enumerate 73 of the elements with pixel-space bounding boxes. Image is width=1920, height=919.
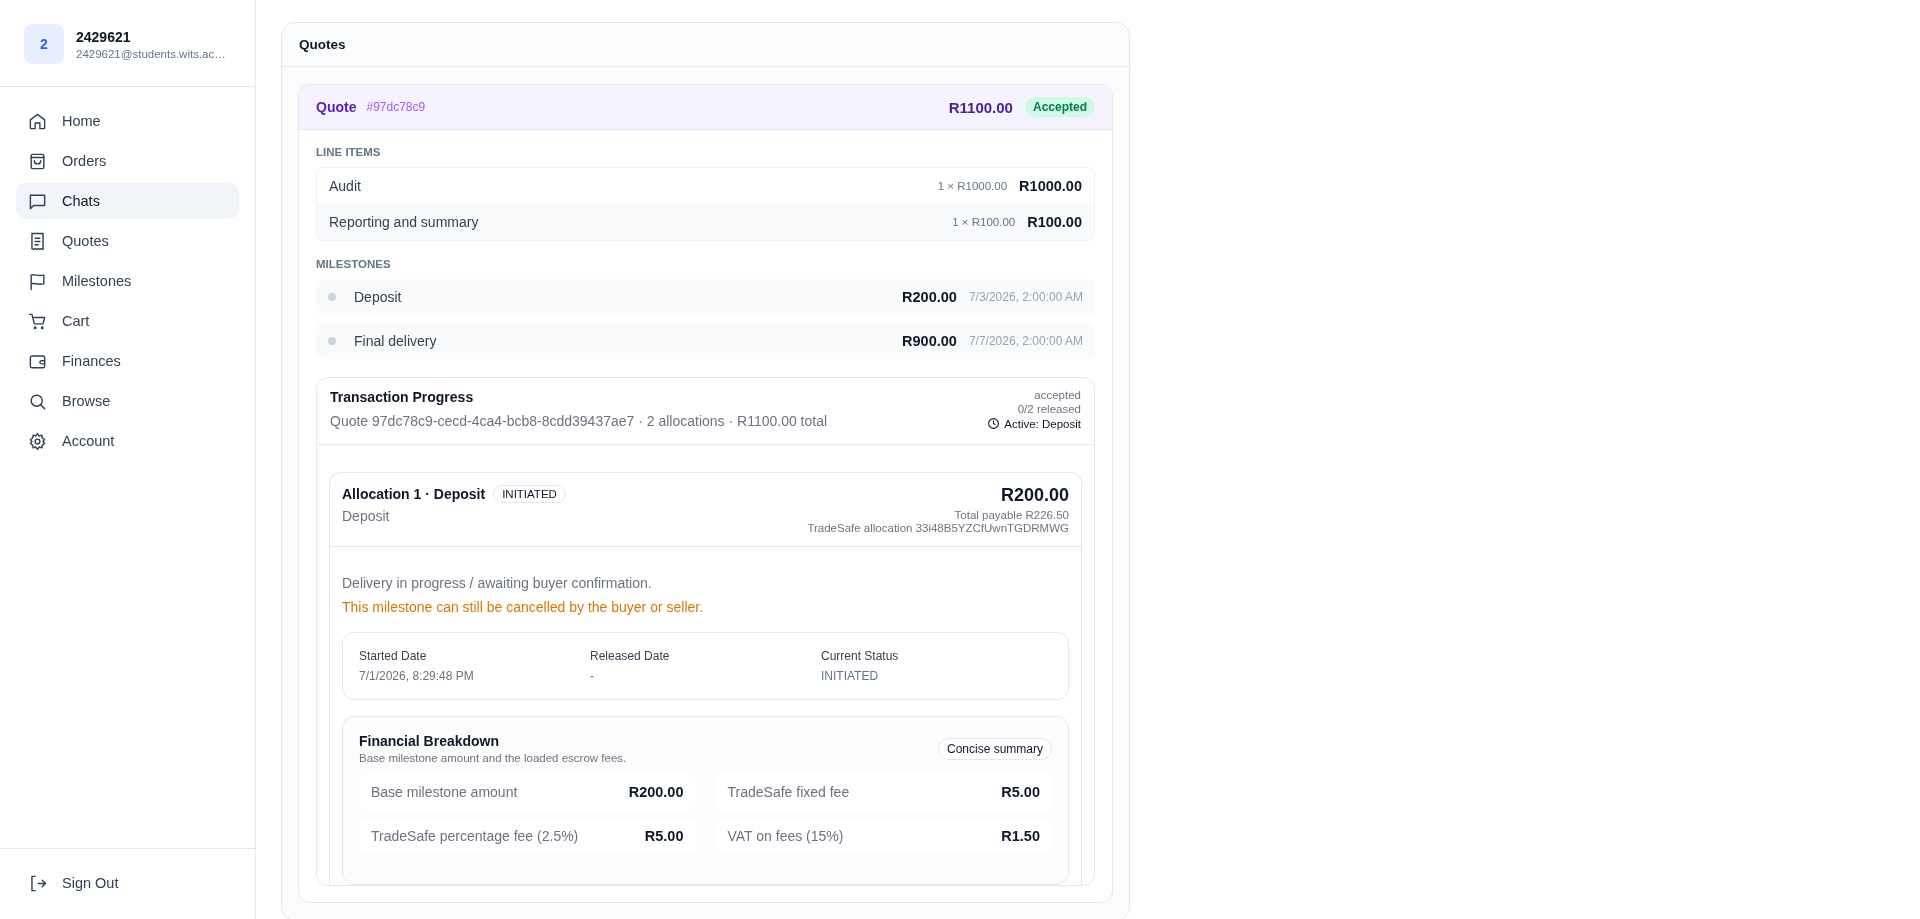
bullet-icon	[328, 293, 336, 301]
fee-label: TradeSafe percentage fee (2.5%)	[371, 828, 579, 844]
nav-item[interactable]: Account	[16, 423, 239, 459]
detail-label: Started Date	[359, 649, 428, 663]
bullet-icon	[328, 337, 336, 345]
line-item-amount: R100.00	[1027, 214, 1082, 230]
detail-value: -	[590, 669, 595, 683]
line-item-amount: R1000.00	[1019, 178, 1082, 194]
detail-value: INITIATED	[821, 669, 880, 683]
nav-item[interactable]: Cart	[16, 303, 239, 339]
cart-icon	[28, 311, 47, 331]
clock-icon	[987, 417, 1001, 430]
total-payable: Total payable R226.50	[954, 509, 1069, 521]
fee-amount: R1.50	[1001, 828, 1040, 844]
fee-amount: R5.00	[644, 828, 684, 844]
quote-label: Quote	[316, 99, 357, 115]
allocation-subtitle: Deposit	[342, 508, 391, 524]
milestone-date: 7/3/2026, 2:00:00 AM	[968, 290, 1083, 304]
milestone-amount: R900.00	[902, 333, 957, 349]
nav-item[interactable]: Orders	[16, 143, 239, 179]
detail-value: 7/1/2026, 8:29:48 PM	[359, 669, 475, 683]
avatar: 2	[24, 24, 64, 64]
bag-icon	[28, 151, 47, 171]
milestone-date: 7/7/2026, 2:00:00 AM	[968, 334, 1083, 348]
line-item-quantity: 1 × R100.00	[952, 216, 1016, 228]
sign-out-icon	[28, 873, 47, 893]
quote-total: R1100.00	[948, 98, 1013, 116]
nav-item[interactable]: Quotes	[16, 223, 239, 259]
nav-item[interactable]: Home	[16, 103, 239, 139]
nav-item[interactable]: Finances	[16, 343, 239, 379]
fee-amount: R200.00	[628, 784, 684, 800]
receipt-icon	[28, 231, 47, 251]
fee-label: VAT on fees (15%)	[727, 828, 844, 844]
concise-summary-button[interactable]: Concise summary	[937, 737, 1052, 760]
settings-icon	[28, 431, 47, 451]
fee-amount: R5.00	[1001, 784, 1040, 800]
transaction-state: accepted	[1034, 389, 1081, 401]
status-message: Delivery in progress / awaiting buyer confirmation.	[342, 575, 653, 591]
card-subtitle: Quote 97dc78c9-cecd-4ca4-bcb8-8cdd39437ae7 · 2 allocations · R1100.00 total	[330, 413, 828, 429]
milestone-amount: R200.00	[902, 289, 957, 305]
quote-id: #97dc78c9	[366, 100, 426, 114]
fee-label: Base milestone amount	[371, 784, 518, 800]
warning-message: This milestone can still be cancelled by the buyer or seller.	[342, 599, 705, 615]
chat-bubble-icon	[28, 191, 47, 211]
active-allocation: Active: Deposit	[1004, 417, 1081, 430]
search-icon	[28, 391, 47, 411]
milestone-name: Final delivery	[354, 333, 437, 349]
line-item-name: Reporting and summary	[329, 214, 479, 230]
status-badge: Accepted	[1024, 97, 1095, 117]
line-item-quantity: 1 × R1000.00	[937, 180, 1008, 192]
nav-item[interactable]: Browse	[16, 383, 239, 419]
nav-item[interactable]: Milestones	[16, 263, 239, 299]
fee-label: TradeSafe fixed fee	[727, 784, 850, 800]
user-name: 2429621	[76, 28, 132, 45]
card-subtitle: Base milestone amount and the loaded escrow fees.	[359, 752, 627, 764]
user-email: 2429621@students.wits.ac…	[76, 47, 226, 60]
allocation-title: Allocation 1 · Deposit	[342, 486, 486, 502]
released-count: 0/2 released	[1017, 403, 1081, 415]
panel-title: Quotes	[299, 37, 346, 52]
allocation-amount: R200.00	[1000, 485, 1069, 506]
sign-out-link[interactable]: Sign Out	[16, 865, 239, 901]
card-title: Transaction Progress	[330, 389, 475, 405]
section-label: MILESTONES	[316, 258, 392, 270]
detail-label: Current Status	[821, 649, 900, 663]
milestone-name: Deposit	[354, 289, 402, 305]
allocation-reference: TradeSafe allocation 33i48B5YZCfUwnTGDRMWG	[807, 522, 1069, 534]
nav-item[interactable]: Chats	[16, 183, 239, 219]
card-title: Financial Breakdown	[359, 733, 501, 749]
flag-icon	[28, 271, 47, 291]
detail-label: Released Date	[590, 649, 671, 663]
section-label: LINE ITEMS	[316, 146, 382, 158]
line-item-name: Audit	[329, 178, 361, 194]
home-icon	[28, 111, 47, 131]
